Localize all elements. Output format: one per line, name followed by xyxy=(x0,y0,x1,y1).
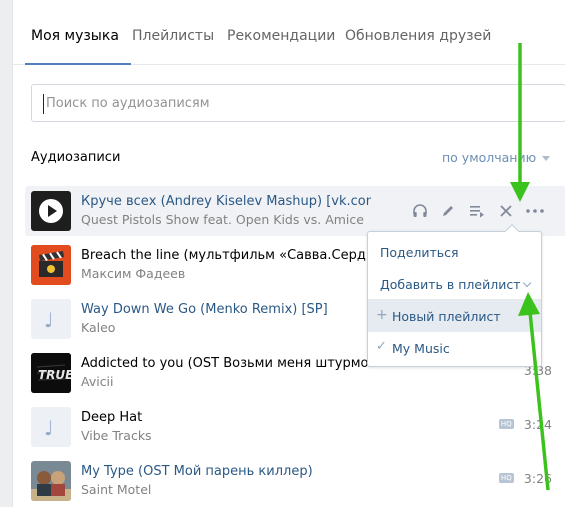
tab-playlists[interactable]: Плейлисты xyxy=(132,28,214,44)
tab-bar: Моя музыка Плейлисты Рекомендации Обновл… xyxy=(13,0,565,65)
track-more-menu: Поделиться Добавить в плейлист + Новый п… xyxy=(367,223,542,367)
track-row[interactable]: ♩ Deep Hat Vibe Tracks HQ 3:24 xyxy=(25,402,565,452)
album-cover-placeholder[interactable]: ♩ xyxy=(31,299,71,339)
edit-icon[interactable] xyxy=(439,202,457,220)
chevron-down-icon xyxy=(542,156,551,161)
text-cursor xyxy=(43,94,44,114)
track-row[interactable]: Круче всех (Andrey Kiselev Mashup) [vk.c… xyxy=(25,186,565,236)
track-title[interactable]: My Type (OST Мой парень киллер) xyxy=(81,464,371,479)
track-artist[interactable]: Quest Pistols Show feat. Open Kids vs. A… xyxy=(81,212,381,227)
search-input[interactable] xyxy=(46,85,546,121)
sort-label: по умолчанию xyxy=(442,150,537,165)
music-note-icon: ♩ xyxy=(44,416,54,440)
track-title[interactable]: Deep Hat xyxy=(81,410,371,425)
menu-item-new-playlist[interactable]: + Новый плейлист xyxy=(368,300,541,332)
menu-item-label: Добавить в плейлист xyxy=(380,277,521,292)
hq-badge: HQ xyxy=(498,473,514,483)
track-duration: 3:26 xyxy=(523,471,552,486)
track-artist[interactable]: Avicii xyxy=(81,374,381,389)
track-title[interactable]: Addicted to you (OST Возьми меня штурмом… xyxy=(81,356,371,371)
menu-item-my-music[interactable]: ✓ My Music xyxy=(368,332,541,364)
album-cover[interactable] xyxy=(31,245,71,285)
svg-text:TRUE: TRUE xyxy=(38,368,71,382)
menu-item-share[interactable]: Поделиться xyxy=(368,236,541,268)
check-icon: ✓ xyxy=(376,339,387,354)
track-artist[interactable]: Максим Фадеев xyxy=(81,266,381,281)
tab-friends-updates[interactable]: Обновления друзей xyxy=(345,28,491,44)
active-tab-indicator xyxy=(25,63,131,65)
track-artist[interactable]: Vibe Tracks xyxy=(81,428,381,443)
track-artist[interactable]: Kaleo xyxy=(81,320,381,335)
delete-icon[interactable] xyxy=(497,202,515,220)
menu-item-label: My Music xyxy=(392,341,450,356)
sort-dropdown[interactable]: по умолчанию xyxy=(442,150,551,165)
track-title[interactable]: Круче всех (Andrey Kiselev Mashup) [vk.c… xyxy=(81,194,371,209)
menu-item-add-to-playlist[interactable]: Добавить в плейлист xyxy=(368,268,541,300)
play-icon xyxy=(39,199,63,223)
search-box[interactable] xyxy=(31,84,565,122)
section-title: Аудиозаписи xyxy=(31,150,121,165)
track-duration: 3:24 xyxy=(523,417,552,432)
hq-badge: HQ xyxy=(498,419,514,429)
track-title[interactable]: Breach the line (мультфильм «Савва.Сердц… xyxy=(81,248,371,263)
menu-item-label: Новый плейлист xyxy=(392,309,501,324)
tab-my-music[interactable]: Моя музыка xyxy=(31,28,119,44)
headphones-icon[interactable] xyxy=(411,202,429,220)
music-note-icon: ♩ xyxy=(44,308,54,332)
menu-item-label: Поделиться xyxy=(380,245,459,260)
track-row[interactable]: My Type (OST Мой парень киллер) Saint Mo… xyxy=(25,456,565,506)
track-title[interactable]: Way Down We Go (Menko Remix) [SP] xyxy=(81,302,371,317)
add-to-playlist-icon[interactable] xyxy=(468,202,486,220)
plus-icon: + xyxy=(376,307,388,323)
tab-recommendations[interactable]: Рекомендации xyxy=(227,28,335,44)
play-button[interactable] xyxy=(31,191,71,231)
track-artist[interactable]: Saint Motel xyxy=(81,482,381,497)
album-cover[interactable] xyxy=(31,461,71,501)
album-cover-placeholder[interactable]: ♩ xyxy=(31,407,71,447)
album-cover[interactable]: TRUE xyxy=(31,353,71,393)
more-icon[interactable] xyxy=(525,202,544,220)
clapperboard-image xyxy=(31,245,71,285)
true-album-art: TRUE xyxy=(31,353,71,393)
chevron-down-icon xyxy=(522,278,532,288)
movie-poster-image xyxy=(31,461,71,501)
